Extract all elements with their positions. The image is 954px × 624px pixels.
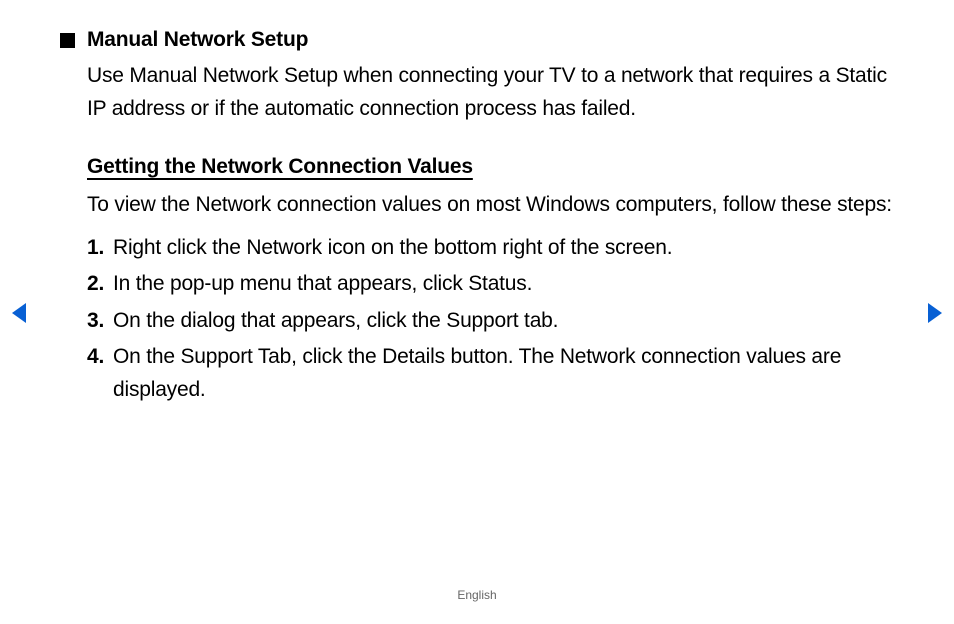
step-text: On the Support Tab, click the Details bu… — [113, 341, 894, 406]
subsection-heading: Getting the Network Connection Values — [87, 155, 894, 179]
section-intro: Use Manual Network Setup when connecting… — [87, 60, 894, 125]
previous-page-button[interactable] — [10, 302, 28, 324]
document-content: Manual Network Setup Use Manual Network … — [0, 0, 954, 406]
step-item: 1. Right click the Network icon on the b… — [87, 232, 894, 265]
next-page-button[interactable] — [926, 302, 944, 324]
step-text: In the pop-up menu that appears, click S… — [113, 268, 532, 301]
arrow-right-icon — [926, 302, 944, 324]
step-number: 4. — [87, 341, 113, 406]
subsection-intro: To view the Network connection values on… — [87, 189, 894, 222]
step-text: On the dialog that appears, click the Su… — [113, 305, 558, 338]
footer-language: English — [0, 588, 954, 602]
step-number: 1. — [87, 232, 113, 265]
arrow-left-icon — [10, 302, 28, 324]
steps-list: 1. Right click the Network icon on the b… — [87, 232, 894, 407]
bullet-square-icon — [60, 33, 75, 48]
section-heading: Manual Network Setup — [87, 28, 308, 52]
step-number: 3. — [87, 305, 113, 338]
step-item: 2. In the pop-up menu that appears, clic… — [87, 268, 894, 301]
step-text: Right click the Network icon on the bott… — [113, 232, 672, 265]
step-item: 3. On the dialog that appears, click the… — [87, 305, 894, 338]
step-item: 4. On the Support Tab, click the Details… — [87, 341, 894, 406]
step-number: 2. — [87, 268, 113, 301]
section-heading-row: Manual Network Setup — [60, 28, 894, 52]
